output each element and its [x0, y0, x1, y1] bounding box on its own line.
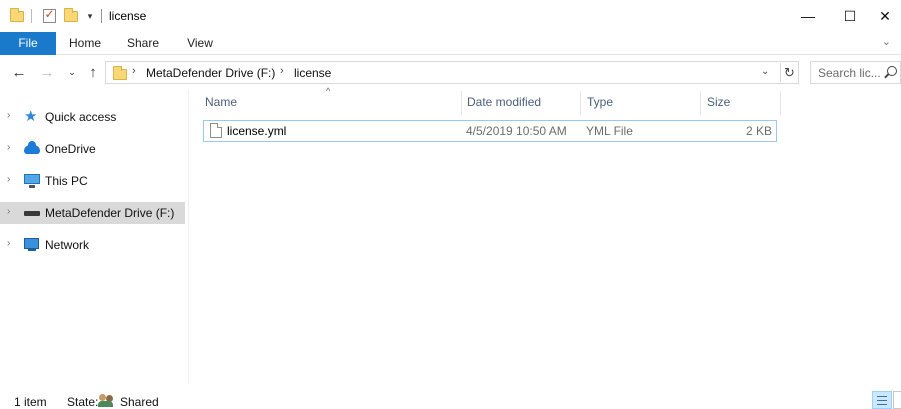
tab-share[interactable]: Share [122, 32, 164, 55]
state-label: State: [67, 395, 99, 409]
expand-chevron-icon[interactable]: › [7, 142, 10, 153]
drive-icon [24, 206, 40, 220]
search-input[interactable]: Search lic... [818, 66, 881, 80]
column-separator[interactable] [780, 91, 781, 115]
file-size: 2 KB [745, 124, 772, 138]
search-box[interactable]: Search lic... [810, 61, 901, 84]
network-icon [24, 238, 40, 252]
nav-item-network[interactable]: › Network [0, 234, 185, 256]
file-name: license.yml [227, 124, 287, 138]
file-type: YML File [586, 124, 633, 138]
column-header-name[interactable]: Name [205, 95, 237, 109]
large-icons-view-icon[interactable] [893, 391, 901, 409]
sort-ascending-chevron-up-icon: ^ [326, 86, 331, 96]
navigation-pane: › ★ Quick access › OneDrive › This PC › … [0, 89, 188, 384]
new-folder-icon[interactable] [63, 7, 79, 25]
breadcrumb-drive[interactable]: MetaDefender Drive (F:) [146, 66, 275, 80]
yml-file-icon [210, 123, 222, 138]
recent-locations-chevron-down-icon[interactable]: ⌄ [62, 61, 82, 83]
file-date-modified: 4/5/2019 10:50 AM [466, 124, 567, 138]
title-separator [101, 9, 102, 23]
expand-ribbon-chevron-icon[interactable]: ⌄ [882, 35, 891, 48]
nav-item-label: This PC [45, 174, 88, 188]
nav-item-onedrive[interactable]: › OneDrive [0, 138, 185, 160]
column-header-size[interactable]: Size [707, 95, 730, 109]
expand-chevron-icon[interactable]: › [7, 206, 10, 217]
quick-access-star-icon: ★ [24, 108, 38, 125]
nav-item-this-pc[interactable]: › This PC [0, 170, 185, 192]
address-row: ← → ⌄ ↑ › MetaDefender Drive (F:) › lice… [0, 55, 901, 89]
refresh-icon[interactable]: ↻ [780, 63, 798, 82]
tab-file[interactable]: File [0, 32, 56, 55]
breadcrumb-license[interactable]: license [294, 66, 331, 80]
state-value: Shared [120, 395, 159, 409]
column-separator[interactable] [700, 91, 701, 115]
properties-icon[interactable] [41, 7, 57, 25]
expand-chevron-icon[interactable]: › [7, 174, 10, 185]
forward-arrow-icon[interactable]: → [37, 61, 57, 83]
column-separator[interactable] [580, 91, 581, 115]
up-arrow-icon[interactable]: ↑ [83, 61, 103, 83]
column-separator[interactable] [461, 91, 462, 115]
window-title: license [109, 9, 147, 23]
ribbon-tabs: File Home Share View ⌄ [0, 32, 901, 55]
address-history-chevron-down-icon[interactable]: ⌄ [761, 66, 769, 77]
breadcrumb-separator[interactable]: › [132, 65, 136, 77]
minimize-button[interactable]: — [785, 0, 831, 32]
folder-icon [9, 7, 25, 25]
column-header-type[interactable]: Type [587, 95, 613, 109]
onedrive-cloud-icon [24, 141, 40, 156]
nav-item-quick-access[interactable]: › ★ Quick access [0, 106, 185, 128]
item-count: 1 item [14, 395, 47, 409]
nav-item-label: OneDrive [45, 142, 96, 156]
quick-access-separator [31, 9, 32, 23]
search-icon [887, 66, 897, 76]
expand-chevron-icon[interactable]: › [7, 110, 10, 121]
tab-home[interactable]: Home [64, 32, 106, 55]
nav-item-label: MetaDefender Drive (F:) [45, 206, 175, 220]
breadcrumb-separator[interactable]: › [280, 65, 284, 77]
column-header-date-modified[interactable]: Date modified [467, 95, 541, 109]
nav-item-label: Network [45, 238, 90, 252]
nav-item-label: Quick access [45, 110, 117, 124]
title-bar: ▾ license — ☐ ✕ [0, 0, 901, 32]
details-view-icon[interactable] [872, 391, 892, 409]
shared-users-icon [98, 394, 114, 408]
maximize-button[interactable]: ☐ [827, 0, 873, 32]
back-arrow-icon[interactable]: ← [9, 61, 29, 83]
status-bar: 1 item State: Shared [0, 384, 901, 409]
customize-toolbar-chevron-down-icon[interactable]: ▾ [84, 7, 96, 25]
file-list: ^ Name Date modified Type Size license.y… [189, 86, 901, 384]
nav-item-metadefender-drive[interactable]: › MetaDefender Drive (F:) [0, 202, 185, 224]
table-row[interactable]: license.yml 4/5/2019 10:50 AM YML File 2… [203, 120, 777, 142]
address-bar[interactable]: › MetaDefender Drive (F:) › license ⌄ ↻ [105, 61, 799, 84]
tab-view[interactable]: View [180, 32, 220, 55]
expand-chevron-icon[interactable]: › [7, 238, 10, 249]
folder-icon [113, 66, 127, 80]
this-pc-monitor-icon [24, 174, 40, 188]
close-button[interactable]: ✕ [869, 0, 901, 32]
